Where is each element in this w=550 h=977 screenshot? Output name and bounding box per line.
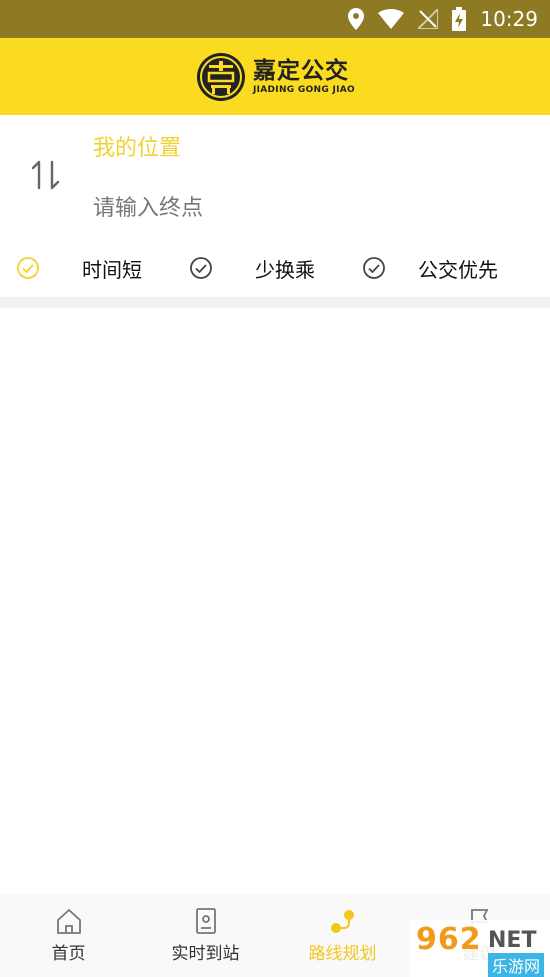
option-time-short[interactable]: 时间短: [82, 254, 142, 282]
logo-title: 嘉定公交: [252, 57, 349, 84]
tab-home[interactable]: 首页: [0, 895, 137, 977]
watermark-main: 962: [416, 922, 482, 957]
route-panel: [0, 115, 550, 245]
destination-input[interactable]: [93, 192, 493, 224]
watermark: 962 NET 乐游网: [410, 920, 550, 977]
swap-direction-icon[interactable]: [30, 160, 62, 190]
option-label: 公交优先: [418, 257, 498, 282]
status-bar: 10:29: [0, 0, 550, 38]
status-icons: 10:29: [348, 0, 538, 38]
option-label: 少换乘: [255, 257, 315, 282]
section-divider: [0, 297, 550, 308]
check-circle-icon[interactable]: [362, 256, 386, 280]
route-icon: [330, 910, 354, 933]
check-circle-icon[interactable]: [16, 256, 40, 280]
option-label: 时间短: [82, 257, 142, 282]
battery-charging-icon: [452, 7, 467, 31]
tab-route-planning[interactable]: 路线规划: [274, 895, 411, 977]
watermark-net: NET: [488, 928, 537, 953]
wifi-icon: [378, 9, 405, 29]
location-icon: [348, 8, 365, 30]
app-header: 嘉定公交 JIADING GONG JIAO: [0, 38, 550, 115]
option-fewer-transfers[interactable]: 少换乘: [255, 254, 315, 282]
tab-realtime[interactable]: 实时到站: [137, 895, 274, 977]
origin-field[interactable]: 我的位置: [93, 130, 181, 162]
watermark-cn: 乐游网: [488, 953, 545, 977]
tab-label: 实时到站: [171, 944, 240, 964]
bus-stop-icon: [195, 908, 216, 934]
tab-label: 路线规划: [308, 944, 377, 964]
check-circle-icon[interactable]: [189, 256, 213, 280]
status-time: 10:29: [480, 7, 538, 31]
logo-emblem: [196, 52, 245, 101]
app-logo: 嘉定公交 JIADING GONG JIAO: [195, 51, 355, 103]
logo-subtitle: JIADING GONG JIAO: [252, 84, 356, 95]
logo-text: 嘉定公交 JIADING GONG JIAO: [253, 59, 355, 95]
no-signal-icon: [418, 9, 439, 29]
home-icon: [56, 909, 81, 934]
option-bus-priority[interactable]: 公交优先: [418, 254, 498, 282]
tab-label: 首页: [51, 944, 86, 964]
